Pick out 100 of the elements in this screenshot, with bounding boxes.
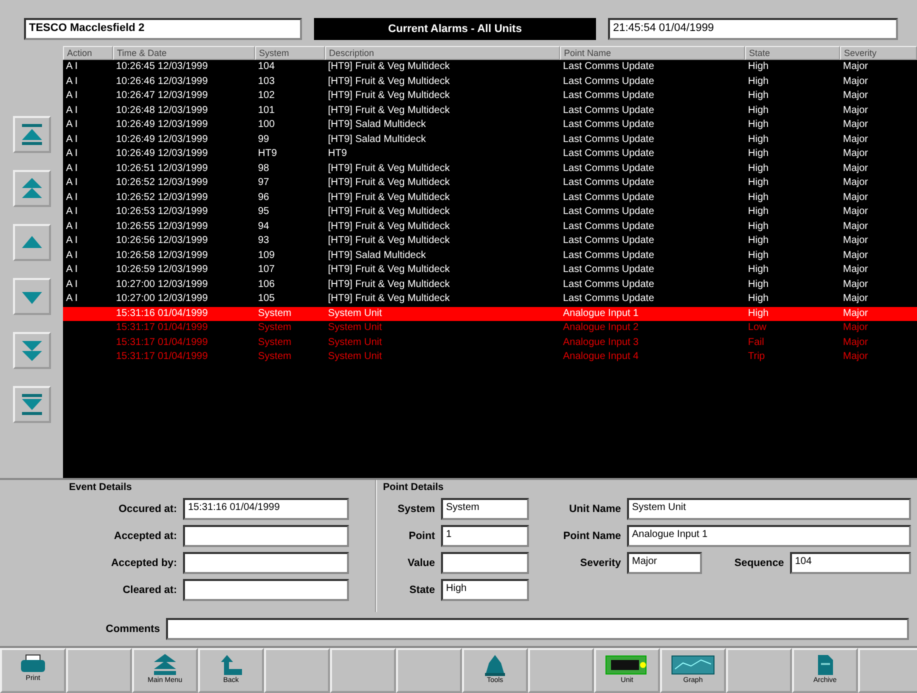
column-header[interactable]: System <box>255 46 325 60</box>
unit-icon <box>605 654 649 676</box>
alarm-row[interactable]: A I 10:26:49 12/03/1999 100 [HT9] Salad Multideck Last Comms Update High Major <box>63 118 917 132</box>
table-cell: Last Comms Update <box>563 220 654 232</box>
table-cell: Last Comms Update <box>563 250 654 260</box>
input-field[interactable]: Analogue Input 1 <box>627 524 911 546</box>
blank-toolbar-button[interactable] <box>528 648 594 693</box>
alarm-row[interactable]: A I 10:26:47 12/03/1999 102 [HT9] Fruit & Veg Multideck Last Comms Update High Major <box>63 89 917 104</box>
table-cell: Last Comms Update <box>563 278 654 290</box>
alarm-row[interactable]: A I 10:26:52 12/03/1999 96 [HT9] Fruit & Veg Multideck Last Comms Update High Major <box>63 190 917 205</box>
alarm-row[interactable]: A I 10:26:48 12/03/1999 101 [HT9] Fruit & Veg Multideck Last Comms Update High Major <box>63 104 917 118</box>
blank-toolbar-button[interactable] <box>396 648 462 693</box>
table-cell: Major <box>843 61 868 72</box>
input-field[interactable] <box>183 524 349 546</box>
table-cell: High <box>748 192 769 202</box>
blank-toolbar-button[interactable] <box>726 648 792 693</box>
alarm-row[interactable]: A I 10:27:00 12/03/1999 105 [HT9] Fruit & Veg Multideck Last Comms Update High Major <box>63 292 917 306</box>
alarm-row[interactable]: A I 10:26:59 12/03/1999 107 [HT9] Fruit & Veg Multideck Last Comms Update High Major <box>63 263 917 278</box>
table-cell: High <box>748 220 769 232</box>
table-cell: Last Comms Update <box>563 148 654 159</box>
table-cell: High <box>748 61 769 72</box>
field-label: Point Name <box>562 530 621 542</box>
alarm-row[interactable]: A I 10:26:49 12/03/1999 99 [HT9] Salad Multideck Last Comms Update High Major <box>63 132 917 147</box>
blank-toolbar-button[interactable] <box>264 648 330 693</box>
input-field[interactable] <box>183 552 349 574</box>
table-cell: A I <box>66 134 78 144</box>
table-cell: 95 <box>258 206 270 217</box>
panel-title: Event Details <box>69 482 133 493</box>
input-field[interactable]: High <box>441 578 529 600</box>
table-cell: 106 <box>258 278 275 290</box>
top-button[interactable] <box>12 116 50 153</box>
alarm-row[interactable]: A I 10:26:45 12/03/1999 104 [HT9] Fruit & Veg Multideck Last Comms Update High Major <box>63 60 917 74</box>
alarm-row[interactable]: A I 10:26:56 12/03/1999 93 [HT9] Fruit & Veg Multideck Last Comms Update High Major <box>63 234 917 248</box>
alarm-row[interactable]: A I 10:26:49 12/03/1999 HT9 HT9 Last Comms Update High Major <box>63 147 917 162</box>
table-cell: High <box>748 293 769 304</box>
column-header[interactable]: State <box>745 46 840 60</box>
table-cell: A I <box>66 177 78 188</box>
printer-icon <box>20 654 46 674</box>
table-cell: 93 <box>258 235 270 246</box>
table-cell: HT9 <box>258 148 277 159</box>
table-cell: 10:26:46 12/03/1999 <box>116 76 208 86</box>
blank-toolbar-button[interactable] <box>330 648 396 693</box>
field-label: Value <box>406 556 435 568</box>
table-cell: High <box>748 134 769 144</box>
input-field[interactable]: 15:31:16 01/04/1999 <box>183 498 349 520</box>
table-cell: High <box>748 90 769 101</box>
blank-toolbar-button[interactable] <box>66 648 132 693</box>
table-cell: 10:26:49 12/03/1999 <box>116 148 208 159</box>
table-cell: A I <box>66 264 78 275</box>
table-cell: 15:31:17 01/04/1999 <box>116 336 208 348</box>
table-cell: Major <box>843 220 868 232</box>
field-label: State <box>408 584 435 596</box>
table-cell: Major <box>843 76 868 86</box>
column-header[interactable]: Severity <box>840 46 917 60</box>
selected-alarm-row[interactable]: 15:31:16 01/04/1999 System System Unit Analogue Input 1 High Major <box>63 306 917 321</box>
table-cell: 102 <box>258 90 275 101</box>
page-up-button[interactable] <box>12 170 50 207</box>
alarm-row[interactable]: A I 10:26:55 12/03/1999 94 [HT9] Fruit & Veg Multideck Last Comms Update High Major <box>63 220 917 234</box>
alarm-row[interactable]: A I 10:27:00 12/03/1999 106 [HT9] Fruit & Veg Multideck Last Comms Update High Major <box>63 278 917 292</box>
alarm-row[interactable]: A I 10:26:51 12/03/1999 98 [HT9] Fruit & Veg Multideck Last Comms Update High Major <box>63 162 917 176</box>
input-field[interactable] <box>441 552 529 574</box>
alarm-row[interactable]: 15:31:17 01/04/1999 System System Unit Analogue Input 4 Trip Major <box>63 350 917 364</box>
table-cell: 10:26:49 12/03/1999 <box>116 134 208 144</box>
input-field[interactable] <box>183 578 349 600</box>
alarm-row[interactable]: A I 10:26:58 12/03/1999 109 [HT9] Salad Multideck Last Comms Update High Major <box>63 248 917 263</box>
table-cell: Low <box>748 322 766 333</box>
column-header[interactable]: Time & Date <box>113 46 255 60</box>
table-cell: Last Comms Update <box>563 119 654 130</box>
page-down-button[interactable] <box>12 332 50 369</box>
input-field[interactable]: System Unit <box>627 498 911 520</box>
table-cell: Major <box>843 293 868 304</box>
alarm-row[interactable]: A I 10:26:53 12/03/1999 95 [HT9] Fruit & Veg Multideck Last Comms Update High Major <box>63 205 917 220</box>
table-cell: Major <box>843 104 868 116</box>
up-button[interactable] <box>12 224 50 261</box>
input-field[interactable]: System <box>441 498 529 520</box>
column-header[interactable]: Point Name <box>560 46 745 60</box>
table-cell: Analogue Input 4 <box>563 351 639 362</box>
alarm-row[interactable]: A I 10:26:46 12/03/1999 103 [HT9] Fruit & Veg Multideck Last Comms Update High Major <box>63 74 917 89</box>
input-field[interactable]: 104 <box>790 552 911 574</box>
input-field[interactable]: 1 <box>441 524 529 546</box>
table-cell: [HT9] Fruit & Veg Multideck <box>328 278 450 290</box>
alarm-row[interactable]: A I 10:26:52 12/03/1999 97 [HT9] Fruit & Veg Multideck Last Comms Update High Major <box>63 176 917 190</box>
alarm-row[interactable]: 15:31:17 01/04/1999 System System Unit Analogue Input 2 Low Major <box>63 321 917 336</box>
down-button[interactable] <box>12 278 50 315</box>
back-arrow-icon <box>218 654 244 676</box>
blank-toolbar-button[interactable] <box>858 648 917 693</box>
column-header[interactable]: Action <box>63 46 113 60</box>
table-cell: Last Comms Update <box>563 61 654 72</box>
table-cell: Trip <box>748 351 765 362</box>
column-header[interactable]: Description <box>325 46 560 60</box>
table-cell: 104 <box>258 61 275 72</box>
table-cell: 10:26:58 12/03/1999 <box>116 250 208 260</box>
table-cell: A I <box>66 293 78 304</box>
table-cell: 15:31:16 01/04/1999 <box>116 308 208 318</box>
bottom-button[interactable] <box>12 386 50 423</box>
comments-field[interactable] <box>166 618 909 640</box>
input-field[interactable]: Major <box>627 552 702 574</box>
table-cell: Last Comms Update <box>563 134 654 144</box>
table-cell: Last Comms Update <box>563 90 654 101</box>
alarm-row[interactable]: 15:31:17 01/04/1999 System System Unit Analogue Input 3 Fail Major <box>63 336 917 350</box>
